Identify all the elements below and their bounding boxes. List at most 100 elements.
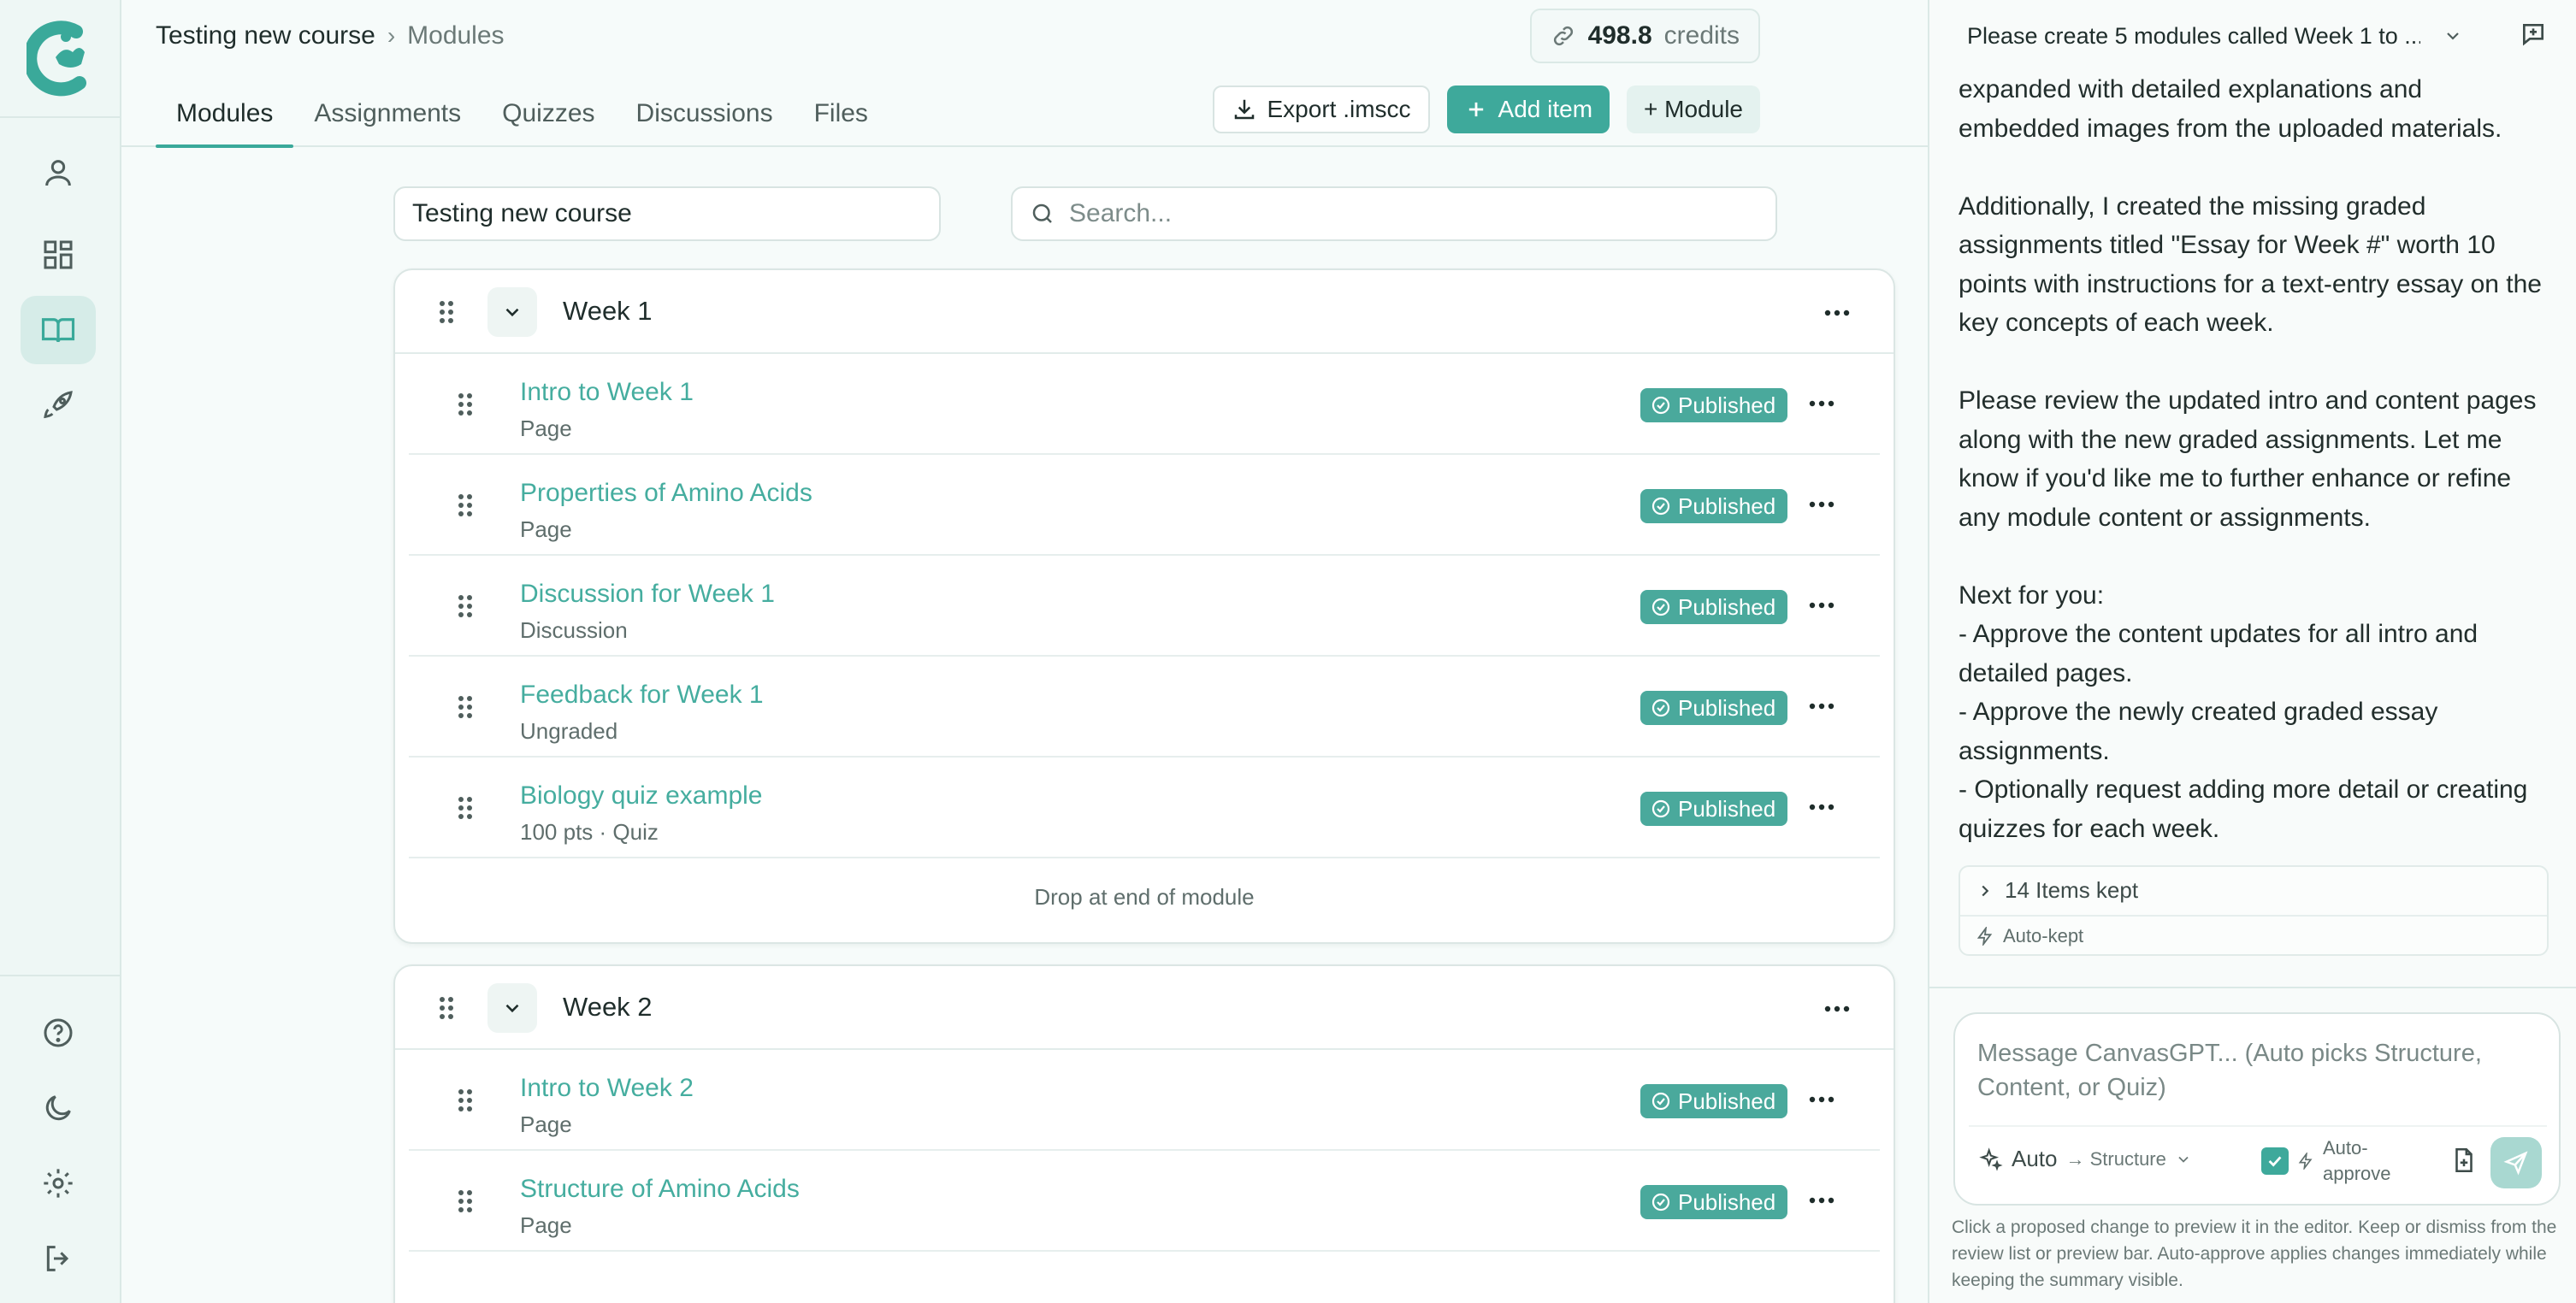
message-input[interactable] [1977,1036,2542,1118]
file-plus-icon [2455,1147,2473,1173]
drag-handle-icon[interactable] [457,392,474,417]
credits-display[interactable]: 498.8 credits [1529,9,1760,63]
item-type: Page [520,416,572,441]
chevron-right-icon [1982,885,1989,896]
rail-launch-button[interactable] [21,371,96,439]
item-type: 100 pts · Quiz [520,819,659,845]
new-chat-button[interactable] [2520,21,2547,48]
conversation-selector[interactable]: Please create 5 modules called Week 1 to… [1967,19,2463,53]
item-title-link[interactable]: Discussion for Week 1 [520,580,775,609]
rail-settings-button[interactable] [21,1149,96,1218]
more-horizontal-icon [1809,400,1835,407]
chat-messages[interactable]: expanded with detailed explanations and … [1929,70,2576,988]
module-item: Properties of Amino Acids Page Published [409,455,1880,556]
auto-approve-checkbox[interactable] [2261,1147,2289,1175]
item-menu-button[interactable] [1803,1183,1840,1218]
more-horizontal-icon [1809,703,1835,710]
plus-icon [1468,102,1483,117]
more-horizontal-icon [1824,310,1850,316]
module-header: Week 1 [395,270,1894,354]
item-menu-button[interactable] [1803,689,1840,723]
tab-bar: Modules Assignments Quizzes Discussions … [156,80,889,148]
more-horizontal-icon [1809,501,1835,508]
auto-approve-toggle[interactable]: Auto-approve [2261,1135,2417,1187]
tab-assignments[interactable]: Assignments [293,80,482,147]
new-message-icon [2523,24,2544,46]
drag-handle-icon[interactable] [457,492,474,518]
drag-handle-icon[interactable] [438,995,455,1021]
status-badge[interactable]: Published [1640,691,1788,725]
status-badge[interactable]: Published [1640,1185,1788,1219]
check-circle-icon [1651,1193,1670,1212]
course-name-field[interactable] [393,186,941,241]
module-title: Week 1 [563,296,653,326]
export-button[interactable]: Export .imscc [1212,85,1430,133]
tab-quizzes[interactable]: Quizzes [482,80,615,147]
item-menu-button[interactable] [1803,487,1840,522]
rail-courses-button[interactable] [21,296,96,364]
item-menu-button[interactable] [1803,1082,1840,1117]
next-step: - Approve the content updates for all in… [1959,620,2479,687]
rail-dashboard-button[interactable] [21,221,96,289]
attach-file-button[interactable] [2449,1146,2479,1175]
item-menu-button[interactable] [1803,790,1840,824]
drag-handle-icon[interactable] [457,795,474,821]
rail-profile-button[interactable] [21,139,96,207]
item-menu-button[interactable] [1803,588,1840,622]
module-menu-button[interactable] [1818,296,1856,330]
message-paragraph: expanded with detailed explanations and … [1959,75,2502,143]
send-button[interactable] [2490,1137,2542,1188]
book-icon [41,318,75,343]
breadcrumb-course[interactable]: Testing new course [156,21,375,50]
drag-handle-icon[interactable] [457,1188,474,1214]
app-logo[interactable] [0,0,121,118]
add-item-button[interactable]: Add item [1446,85,1610,133]
status-badge[interactable]: Published [1640,792,1788,826]
mode-selector[interactable]: Auto → Structure [1979,1146,2192,1172]
search-box[interactable] [1011,186,1777,241]
module-card: Week 2 Intro to Week 2 Page Published St… [393,964,1895,1303]
item-title-link[interactable]: Biology quiz example [520,781,763,811]
credits-unit: credits [1663,21,1740,50]
drag-handle-icon[interactable] [457,593,474,619]
check-circle-icon [1651,497,1670,516]
logo-icon [27,21,86,97]
item-title-link[interactable]: Structure of Amino Acids [520,1175,800,1204]
status-badge[interactable]: Published [1640,590,1788,624]
item-title-link[interactable]: Feedback for Week 1 [520,681,764,710]
tab-files[interactable]: Files [794,80,889,147]
tab-modules[interactable]: Modules [156,80,294,148]
status-label: Published [1678,593,1776,620]
item-type: Ungraded [520,718,618,744]
check-circle-icon [1651,1092,1670,1111]
collapse-toggle[interactable] [487,983,537,1033]
status-badge[interactable]: Published [1640,489,1788,523]
item-title-link[interactable]: Intro to Week 2 [520,1074,694,1103]
search-input[interactable] [1069,199,1736,228]
kept-items-toggle[interactable]: 14 Items kept [1976,877,2138,904]
module-menu-button[interactable] [1818,992,1856,1026]
rail-help-button[interactable] [21,999,96,1067]
moon-icon [45,1095,71,1121]
item-title-link[interactable]: Intro to Week 1 [520,378,694,407]
mode-label: Auto [2012,1146,2058,1171]
item-menu-button[interactable] [1803,386,1840,421]
module-drop-zone[interactable]: Drop at end of module [395,858,1894,935]
add-module-button[interactable]: + Module [1627,85,1760,133]
drag-handle-icon[interactable] [457,694,474,720]
rail-logout-button[interactable] [21,1224,96,1293]
rail-theme-button[interactable] [21,1074,96,1142]
status-label: Published [1678,1088,1776,1114]
status-label: Published [1678,492,1776,519]
status-badge[interactable]: Published [1640,388,1788,422]
item-title-link[interactable]: Properties of Amino Acids [520,479,812,508]
more-horizontal-icon [1809,804,1835,811]
tab-discussions[interactable]: Discussions [616,80,794,147]
collapse-toggle[interactable] [487,287,537,337]
rocket-icon [44,391,73,419]
drag-handle-icon[interactable] [457,1088,474,1113]
drag-handle-icon[interactable] [438,299,455,325]
status-badge[interactable]: Published [1640,1084,1788,1118]
module-item: Discussion for Week 1 Discussion Publish… [409,556,1880,657]
logout-icon [46,1246,69,1271]
